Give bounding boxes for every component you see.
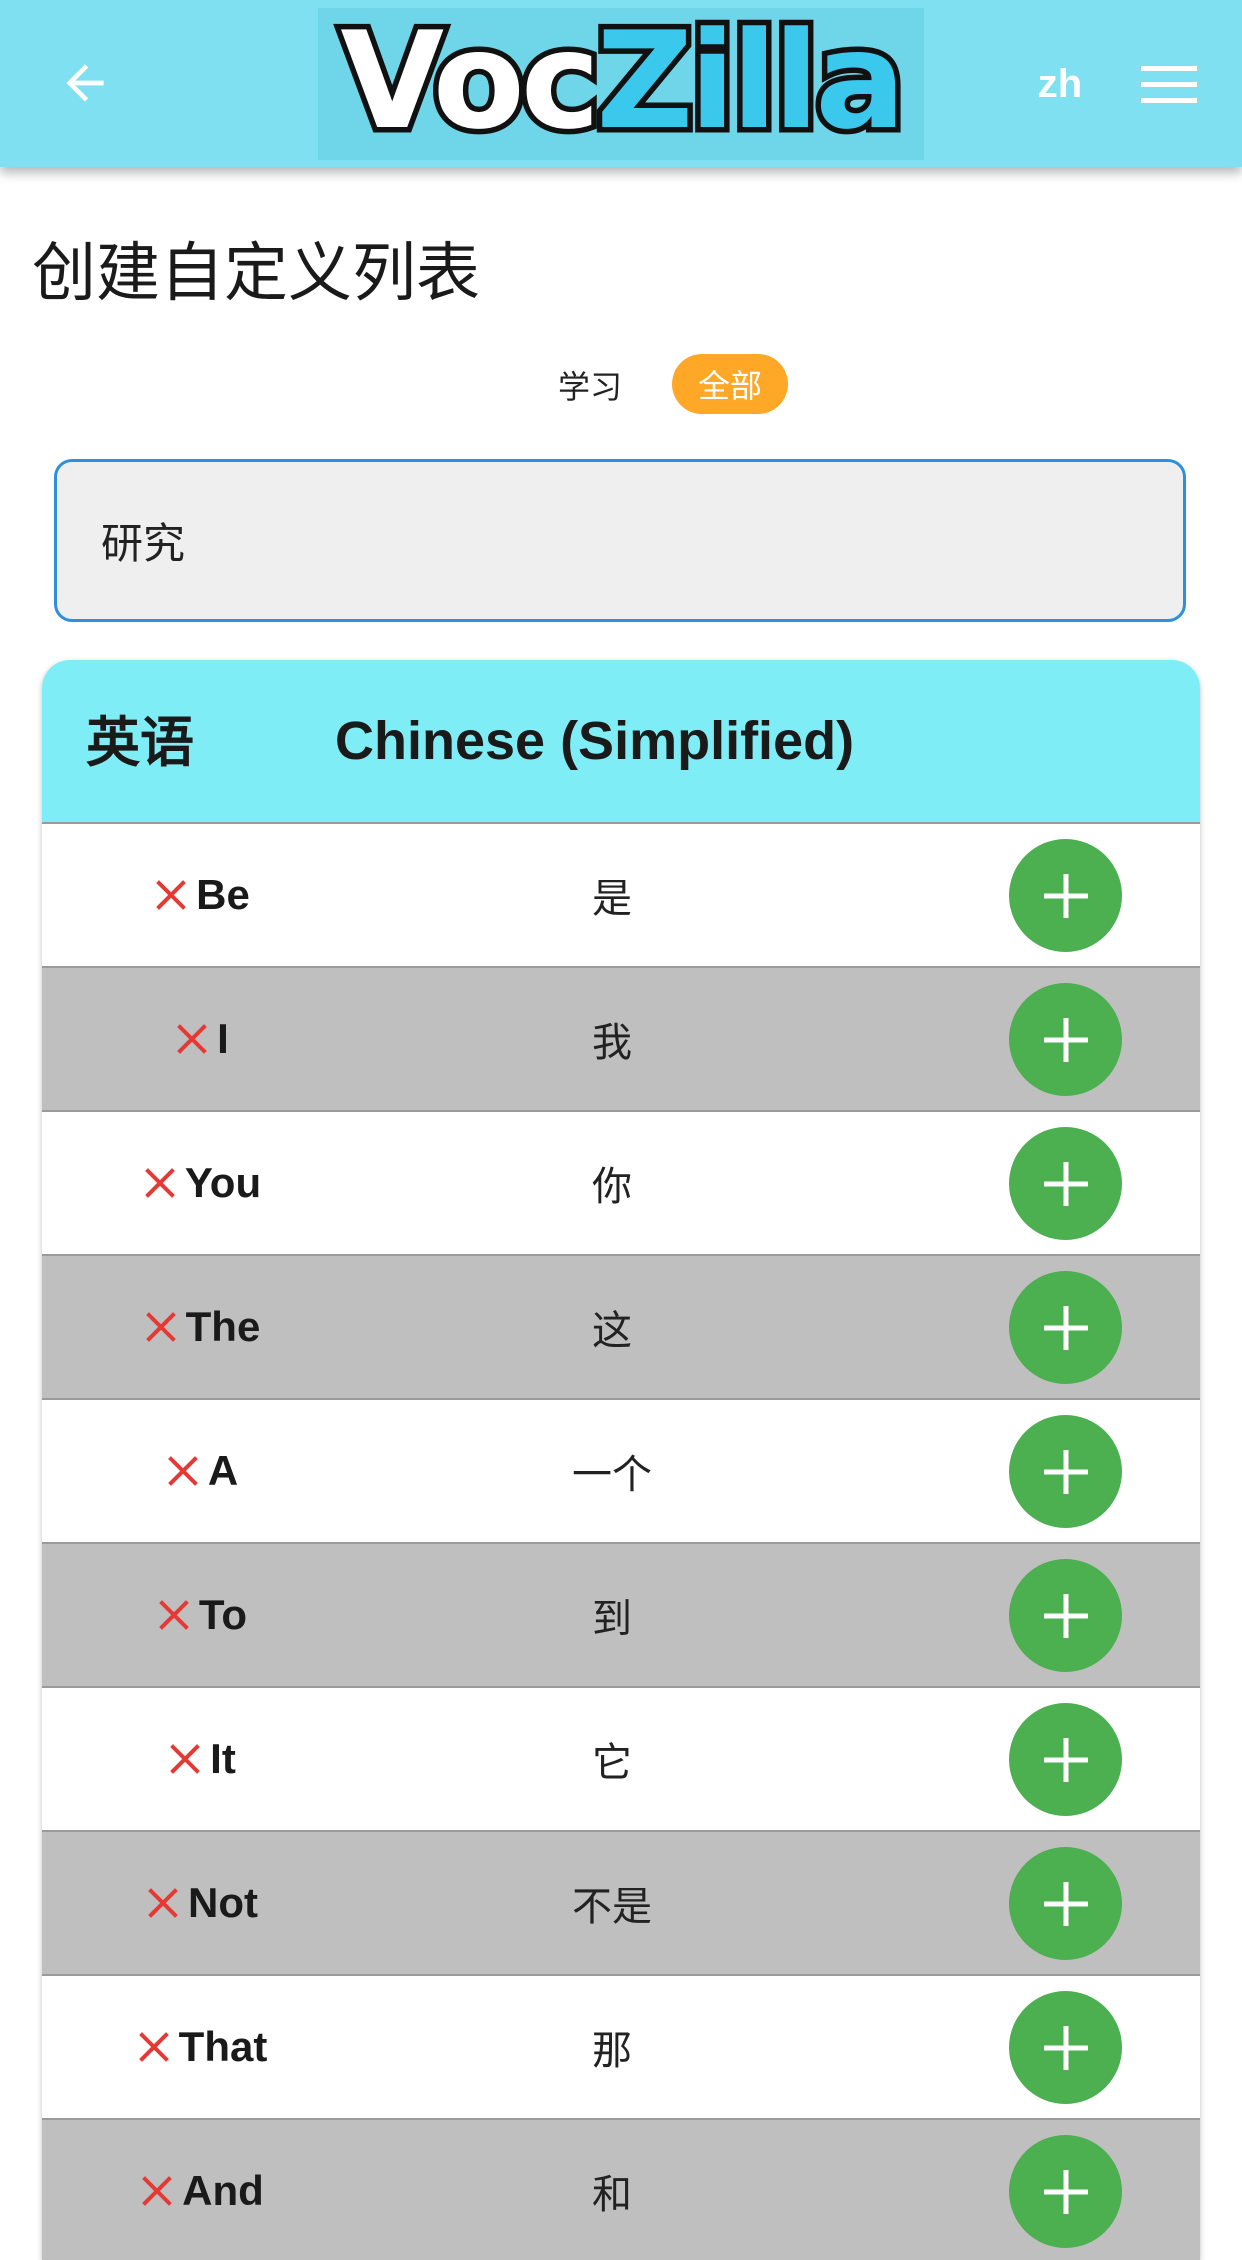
table-row: Be 是: [42, 824, 1200, 968]
delete-word-button[interactable]: [140, 2174, 174, 2208]
table-row: It 它: [42, 1688, 1200, 1832]
filter-learn-button[interactable]: 学习: [540, 360, 640, 410]
word-list-card: 英语 Chinese (Simplified) Be 是 I 我 You 你 T…: [42, 660, 1200, 2260]
plus-icon: [1043, 873, 1088, 918]
close-icon: [177, 1024, 207, 1054]
table-row: I 我: [42, 968, 1200, 1112]
source-word-cell: Not: [82, 1832, 322, 1974]
table-header: 英语 Chinese (Simplified): [42, 660, 1200, 824]
plus-icon: [1043, 1161, 1088, 1206]
close-icon: [148, 1888, 178, 1918]
source-word: To: [198, 1591, 248, 1638]
delete-word-button[interactable]: [146, 1886, 180, 1920]
source-word: That: [178, 2023, 268, 2070]
plus-icon: [1043, 2025, 1088, 2070]
close-icon: [170, 1744, 201, 1774]
plus-icon: [1043, 2169, 1088, 2214]
source-word: Be: [196, 871, 250, 918]
add-word-button[interactable]: [1009, 1991, 1122, 2104]
translated-word: 是: [592, 876, 632, 922]
source-word-cell: You: [82, 1112, 322, 1254]
source-word: The: [185, 1303, 261, 1350]
source-word-cell: I: [82, 968, 322, 1110]
translated-word: 和: [592, 2172, 632, 2218]
logo-wordmark: VocZilla: [335, 3, 911, 159]
app-bar: VocZilla zh: [0, 0, 1242, 167]
add-word-button[interactable]: [1009, 1415, 1122, 1528]
filter-all-chip[interactable]: 全部: [672, 354, 788, 414]
source-word-cell: The: [82, 1256, 322, 1398]
translated-word: 我: [592, 1020, 632, 1066]
word-rows: Be 是 I 我 You 你 The 这 A 一个 To 到 It 它 Not …: [42, 824, 1200, 2260]
delete-word-button[interactable]: [137, 2030, 171, 2064]
table-row: Not 不是: [42, 1832, 1200, 1976]
close-icon: [138, 2032, 169, 2062]
source-word-cell: To: [82, 1544, 322, 1686]
table-row: A 一个: [42, 1400, 1200, 1544]
back-button[interactable]: [40, 38, 130, 128]
plus-icon: [1043, 1017, 1088, 1062]
add-word-button[interactable]: [1009, 1847, 1122, 1960]
target-language-header: Chinese (Simplified): [335, 711, 855, 771]
translated-word: 不是: [572, 1884, 652, 1930]
table-row: You 你: [42, 1112, 1200, 1256]
delete-word-button[interactable]: [168, 1742, 202, 1776]
close-icon: [156, 880, 186, 910]
app-logo: VocZilla: [318, 8, 924, 160]
source-word-cell: Be: [82, 824, 322, 966]
translated-word: 那: [592, 2028, 632, 2074]
delete-word-button[interactable]: [154, 878, 188, 912]
delete-word-button[interactable]: [166, 1454, 200, 1488]
plus-icon: [1043, 1305, 1088, 1350]
delete-word-button[interactable]: [157, 1598, 191, 1632]
add-word-button[interactable]: [1009, 1127, 1122, 1240]
delete-word-button[interactable]: [175, 1022, 209, 1056]
source-word: I: [217, 1015, 229, 1062]
plus-icon: [1043, 1737, 1088, 1782]
translated-word: 一个: [572, 1452, 652, 1498]
close-icon: [167, 1456, 198, 1486]
add-word-button[interactable]: [1009, 839, 1122, 952]
page-title: 创建自定义列表: [32, 237, 480, 311]
add-word-button[interactable]: [1009, 1703, 1122, 1816]
add-word-button[interactable]: [1009, 1559, 1122, 1672]
source-word: It: [210, 1735, 236, 1782]
close-icon: [159, 1600, 189, 1630]
close-icon: [145, 1312, 176, 1342]
table-row: That 那: [42, 1976, 1200, 2120]
translated-word: 这: [592, 1308, 632, 1354]
delete-word-button[interactable]: [144, 1310, 178, 1344]
plus-icon: [1043, 1593, 1088, 1638]
source-word-cell: And: [82, 2120, 322, 2260]
source-word: A: [207, 1447, 239, 1494]
table-row: To 到: [42, 1544, 1200, 1688]
close-icon: [142, 2176, 173, 2206]
add-word-button[interactable]: [1009, 1271, 1122, 1384]
source-word: Not: [188, 1879, 258, 1926]
close-icon: [145, 1168, 175, 1198]
plus-icon: [1043, 1449, 1088, 1494]
hamburger-menu-icon: [1141, 66, 1197, 103]
source-language-header: 英语: [86, 711, 194, 774]
translated-word: 到: [592, 1596, 632, 1642]
source-word: You: [184, 1159, 262, 1206]
plus-icon: [1043, 1881, 1088, 1926]
add-word-button[interactable]: [1009, 983, 1122, 1096]
translated-word: 它: [592, 1740, 632, 1786]
translated-word: 你: [592, 1164, 632, 1210]
table-row: The 这: [42, 1256, 1200, 1400]
search-input[interactable]: [54, 459, 1186, 622]
source-word-cell: That: [82, 1976, 322, 2118]
add-word-button[interactable]: [1009, 2135, 1122, 2248]
delete-word-button[interactable]: [143, 1166, 177, 1200]
source-word-cell: It: [82, 1688, 322, 1830]
table-row: And 和: [42, 2120, 1200, 2260]
source-word-cell: A: [82, 1400, 322, 1542]
language-button[interactable]: zh: [1020, 52, 1100, 116]
menu-button[interactable]: [1134, 50, 1204, 120]
arrow-left-icon: [66, 64, 104, 102]
